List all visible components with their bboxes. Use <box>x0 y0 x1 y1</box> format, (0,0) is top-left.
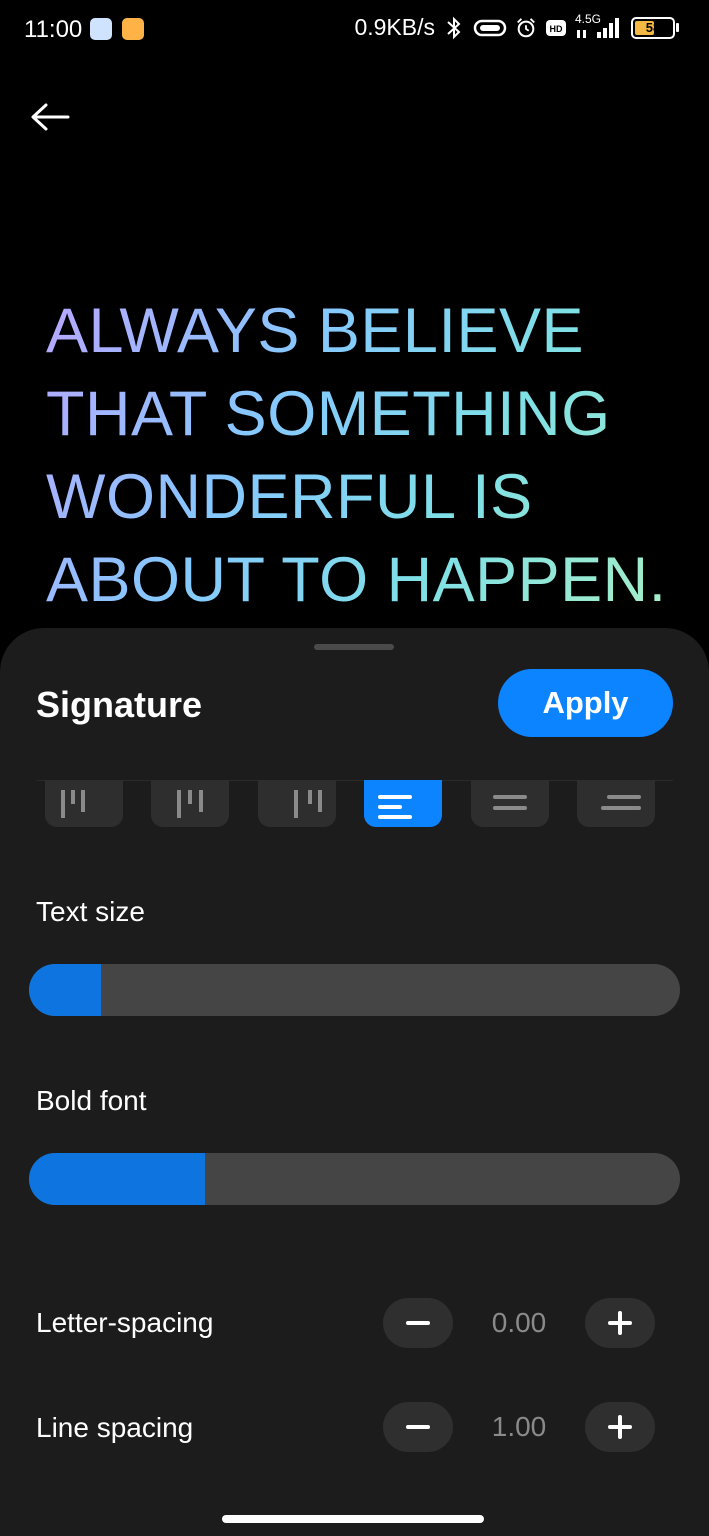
horizontal-center-align-icon <box>493 795 527 810</box>
align-horizontal-left-button[interactable] <box>364 780 442 827</box>
letter-spacing-value: 0.00 <box>491 1307 547 1338</box>
status-bar: 11:00 0.9KB/s HD 4.5G 58 <box>0 0 709 60</box>
alignment-options <box>0 780 709 828</box>
bold-font-slider[interactable] <box>29 1153 680 1205</box>
preview-line: ABOUT TO HAPPEN. <box>46 545 667 615</box>
align-vertical-left-button[interactable] <box>45 780 123 827</box>
line-spacing-value: 1.00 <box>491 1411 547 1442</box>
letter-spacing-label: Letter-spacing <box>36 1307 214 1338</box>
hd-icon: HD <box>545 17 567 39</box>
text-size-label: Text size <box>36 896 145 927</box>
alarm-icon <box>515 17 537 39</box>
horizontal-left-align-icon <box>378 795 412 819</box>
align-vertical-right-button[interactable] <box>258 780 336 827</box>
vertical-left-align-icon <box>61 790 85 818</box>
signature-preview: ALWAYS BELIEVE THAT SOMETHING WONDERFUL … <box>46 290 686 622</box>
back-button[interactable] <box>22 92 78 142</box>
plus-icon <box>608 1311 632 1335</box>
apply-button[interactable]: Apply <box>498 669 673 737</box>
line-spacing-increase-button[interactable] <box>585 1402 655 1452</box>
home-indicator[interactable] <box>222 1515 484 1523</box>
vertical-center-align-icon <box>177 790 203 818</box>
line-spacing-stepper: 1.00 <box>383 1402 655 1452</box>
bold-font-label: Bold font <box>36 1085 147 1116</box>
sheet-drag-handle[interactable] <box>314 644 394 650</box>
sheet-title: Signature <box>36 684 203 725</box>
status-right-cluster: 0.9KB/s HD 4.5G 58 <box>354 12 679 41</box>
text-size-slider-fill <box>29 964 101 1016</box>
arrow-left-icon <box>31 103 70 131</box>
line-spacing-decrease-button[interactable] <box>383 1402 453 1452</box>
align-vertical-center-button[interactable] <box>151 780 229 827</box>
signal-icon: 4.5G <box>575 12 623 39</box>
align-horizontal-right-button[interactable] <box>577 780 655 827</box>
network-type: 4.5G <box>575 11 602 26</box>
bluetooth-icon <box>443 16 465 39</box>
letter-spacing-stepper: 0.00 <box>383 1298 655 1348</box>
preview-line: THAT SOMETHING <box>46 379 611 449</box>
svg-text:HD: HD <box>550 24 563 34</box>
battery-cap <box>676 23 679 32</box>
text-size-slider[interactable] <box>29 964 680 1016</box>
letter-spacing-increase-button[interactable] <box>585 1298 655 1348</box>
notes-notification-icon <box>122 18 144 40</box>
signature-settings-sheet: Signature Apply Text size Bold font Lett… <box>0 628 709 1536</box>
horizontal-right-align-icon <box>601 795 641 810</box>
vr-headset-icon <box>473 17 507 39</box>
minus-icon <box>406 1321 430 1325</box>
minus-icon <box>406 1425 430 1429</box>
status-time: 11:00 <box>24 16 83 43</box>
preview-line: ALWAYS BELIEVE <box>46 296 585 366</box>
letter-spacing-decrease-button[interactable] <box>383 1298 453 1348</box>
plus-icon <box>608 1415 632 1439</box>
battery-body: 58 <box>631 16 675 39</box>
align-horizontal-center-button[interactable] <box>471 780 549 827</box>
battery-icon: 58 <box>631 16 679 39</box>
line-spacing-label: Line spacing <box>36 1412 194 1443</box>
battery-level: 58 <box>645 20 661 35</box>
bold-font-slider-fill <box>29 1153 205 1205</box>
network-speed: 0.9KB/s <box>354 14 435 40</box>
preview-line: WONDERFUL IS <box>46 462 533 532</box>
gallery-notification-icon <box>90 18 112 40</box>
vertical-right-align-icon <box>294 790 322 818</box>
